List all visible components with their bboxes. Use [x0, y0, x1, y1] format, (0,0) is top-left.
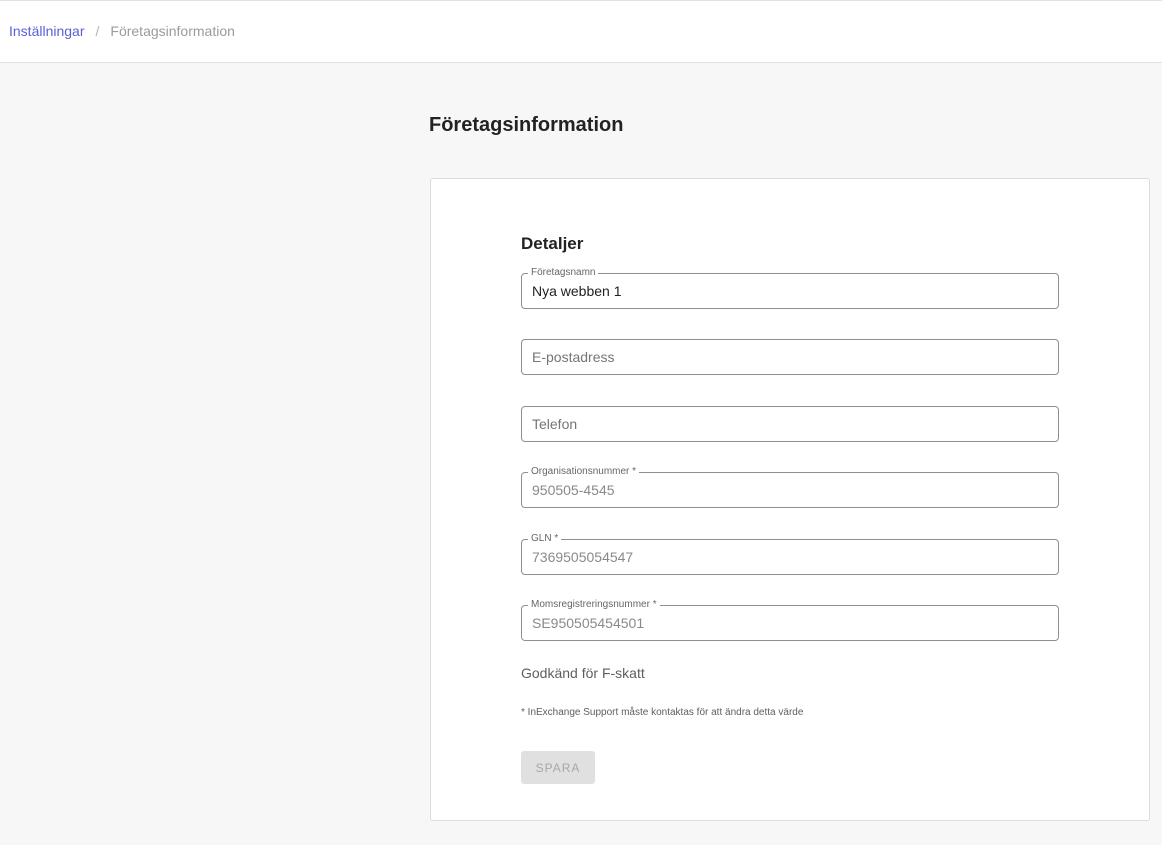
phone-input[interactable]	[532, 407, 1047, 441]
company-info-card: Detaljer Företagsnamn Organisationsnumme…	[430, 178, 1150, 821]
gln-field: GLN *	[521, 533, 1059, 575]
company-name-field[interactable]: Företagsnamn	[521, 267, 1059, 309]
breadcrumb: Inställningar / Företagsinformation	[9, 23, 235, 39]
org-number-field: Organisationsnummer *	[521, 466, 1059, 508]
org-number-input	[532, 473, 1047, 507]
email-field[interactable]	[521, 339, 1059, 375]
vat-number-input	[532, 606, 1047, 640]
breadcrumb-current: Företagsinformation	[110, 23, 235, 39]
breadcrumb-settings-link[interactable]: Inställningar	[9, 23, 85, 39]
section-title-details: Detaljer	[521, 234, 584, 253]
phone-field[interactable]	[521, 406, 1059, 442]
vat-number-field: Momsregistreringsnummer *	[521, 599, 1059, 641]
save-button[interactable]: SPARA	[521, 751, 595, 784]
fskatt-label: Godkänd för F-skatt	[521, 665, 645, 681]
email-input[interactable]	[532, 340, 1047, 374]
top-bar: Inställningar / Företagsinformation	[0, 0, 1162, 63]
breadcrumb-separator: /	[95, 23, 100, 39]
support-note: * InExchange Support måste kontaktas för…	[521, 707, 804, 718]
page-title: Företagsinformation	[429, 114, 624, 136]
gln-input	[532, 540, 1047, 574]
company-name-input[interactable]	[532, 274, 1047, 308]
